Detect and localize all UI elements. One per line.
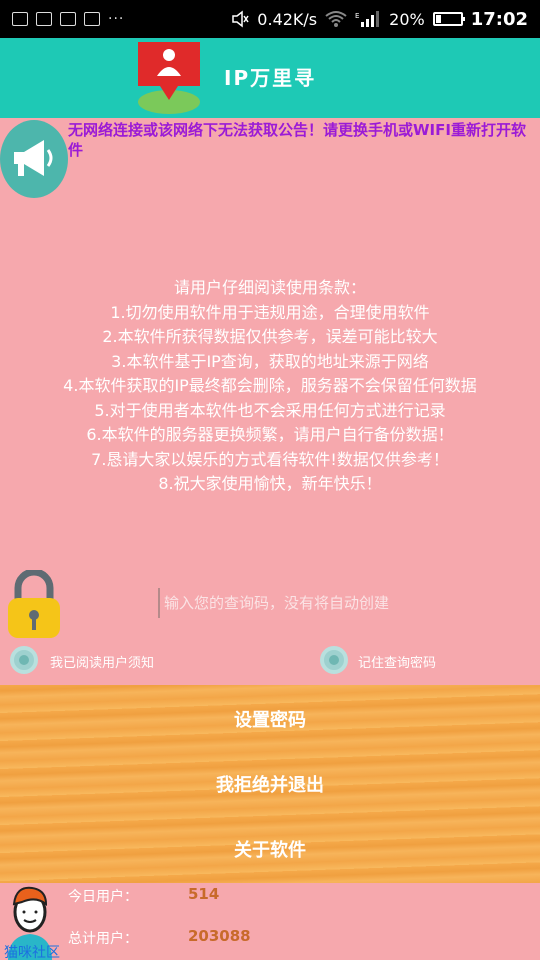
action-buttons-panel: 设置密码 我拒绝并退出 关于软件 <box>0 685 540 883</box>
terms-item: 7.恳请大家以娱乐的方式看待软件!数据仅供参考！ <box>91 449 449 469</box>
network-speed: 0.42K/s <box>257 9 318 29</box>
today-users-label: 今日用户： <box>68 889 138 905</box>
more-notifications-icon: ··· <box>108 11 125 27</box>
lock-icon <box>8 570 60 638</box>
message-notification-icon <box>36 12 52 26</box>
location-pin-logo-icon <box>138 42 200 114</box>
terms-item: 1.切勿使用软件用于违规用途，合理使用软件 <box>110 302 430 322</box>
total-users-value: 203088 <box>188 927 251 945</box>
terms-item: 5.对于使用者本软件也不会采用任何方式进行记录 <box>94 400 446 420</box>
terms-item: 2.本软件所获得数据仅供参考，误差可能比较大 <box>102 327 438 346</box>
cellular-signal-icon: E <box>355 11 380 27</box>
watermark: 猫咪社区 <box>4 945 60 960</box>
status-bar: ··· 0.42K/s E 20% 17:02 <box>0 0 540 38</box>
query-code-input[interactable] <box>158 588 488 618</box>
megaphone-icon <box>0 120 68 198</box>
signal-tag: E <box>355 12 359 20</box>
mute-icon <box>232 10 249 28</box>
wifi-icon <box>325 11 347 27</box>
app-title: IP万里寻 <box>224 66 317 90</box>
read-terms-label: 我已阅读用户须知 <box>50 656 155 671</box>
remember-password-label: 记住查询密码 <box>358 656 437 671</box>
terms-item: 8.祝大家使用愉快，新年快乐！ <box>158 474 382 493</box>
read-terms-radio[interactable] <box>10 646 38 674</box>
clock: 17:02 <box>470 8 528 30</box>
app-grid-notification-icon <box>84 12 100 26</box>
terms-item: 6.本软件的服务器更换频繁，请用户自行备份数据！ <box>86 425 454 444</box>
battery-percent: 20% <box>389 9 425 29</box>
notice-text: 无网络连接或该网络下无法获取公告！请更换手机或WIFI重新打开软件 <box>68 121 526 159</box>
total-users-label: 总计用户： <box>68 931 138 947</box>
about-software-button[interactable]: 关于软件 <box>0 817 540 881</box>
app-header: IP万里寻 <box>0 38 540 118</box>
terms-heading: 请用户仔细阅读使用条款： <box>173 278 366 297</box>
image-notification-icon <box>12 12 28 26</box>
today-users-value: 514 <box>188 885 220 903</box>
terms-item: 4.本软件获取的IP最终都会删除，服务器不会保留任何数据 <box>63 376 477 395</box>
refuse-and-exit-button[interactable]: 我拒绝并退出 <box>0 752 540 816</box>
terms-of-use: 请用户仔细阅读使用条款： 1.切勿使用软件用于违规用途，合理使用软件 2.本软件… <box>0 276 540 497</box>
mail-notification-icon <box>60 12 76 26</box>
terms-item: 3.本软件基于IP查询，获取的地址来源于网络 <box>111 351 429 371</box>
set-password-button[interactable]: 设置密码 <box>0 687 540 751</box>
battery-icon <box>432 12 465 26</box>
remember-password-radio[interactable] <box>320 646 348 674</box>
